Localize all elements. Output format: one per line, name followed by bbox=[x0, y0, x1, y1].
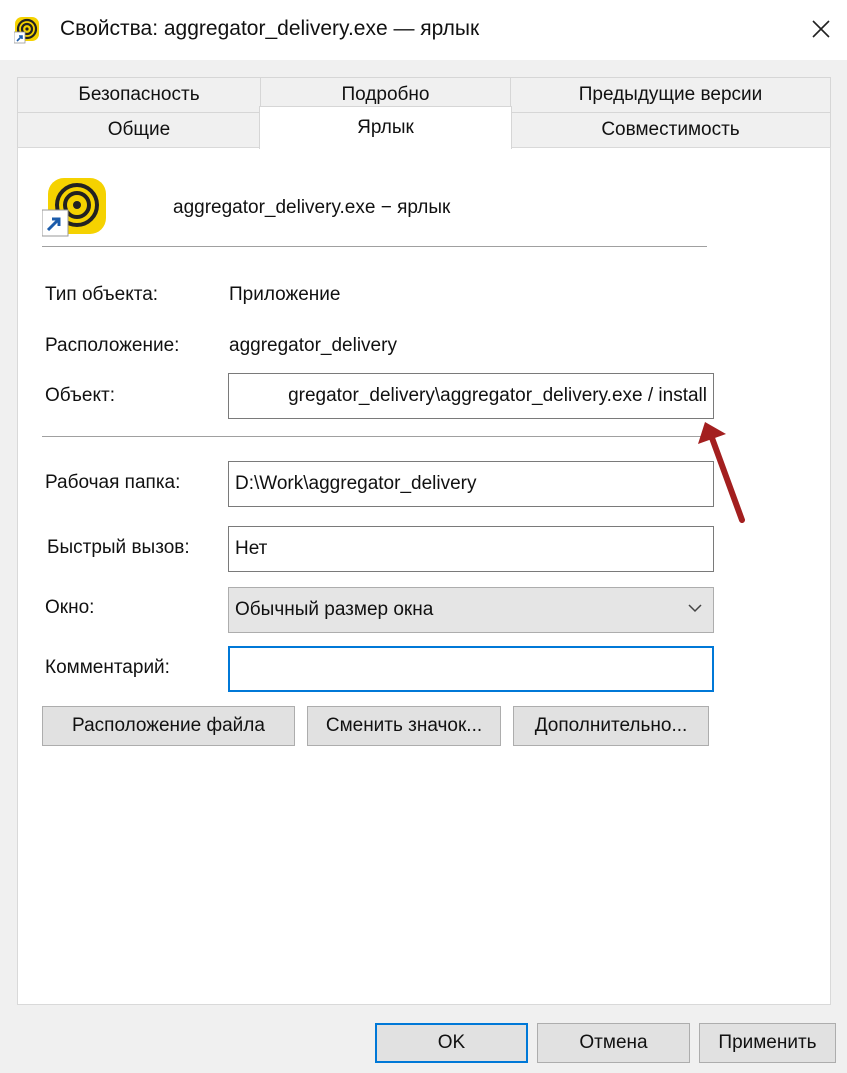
tab-shortcut[interactable]: Ярлык bbox=[259, 106, 512, 149]
workdir-label: Рабочая папка: bbox=[45, 472, 181, 493]
target-label: Объект: bbox=[45, 385, 115, 406]
location-value: aggregator_delivery bbox=[229, 335, 397, 356]
window-title: Свойства: aggregator_delivery.exe — ярлы… bbox=[60, 17, 480, 40]
target-input-text: gregator_delivery\aggregator_delivery.ex… bbox=[288, 385, 707, 406]
tab-label: Безопасность bbox=[78, 84, 200, 105]
hotkey-label: Быстрый вызов: bbox=[47, 537, 190, 558]
button-label: Дополнительно... bbox=[534, 715, 688, 736]
annotation-arrow-icon bbox=[698, 422, 745, 523]
tab-label: Предыдущие версии bbox=[578, 84, 763, 105]
button-label: OK bbox=[437, 1032, 466, 1053]
cancel-button[interactable]: Отмена bbox=[537, 1023, 690, 1063]
open-file-location-button[interactable]: Расположение файла bbox=[42, 706, 295, 746]
hotkey-input[interactable]: Нет bbox=[228, 526, 714, 572]
chevron-down-icon bbox=[688, 604, 702, 613]
advanced-button[interactable]: Дополнительно... bbox=[513, 706, 709, 746]
app-spiral-icon bbox=[41, 178, 106, 238]
location-label: Расположение: bbox=[45, 335, 180, 356]
tab-panel bbox=[17, 147, 831, 1005]
tab-label: Подробно bbox=[341, 84, 430, 105]
divider bbox=[42, 436, 714, 437]
tab-general[interactable]: Общие bbox=[17, 112, 261, 148]
tab-label: Ярлык bbox=[357, 117, 414, 138]
divider bbox=[42, 246, 707, 247]
window-mode-select[interactable]: Обычный размер окна bbox=[228, 587, 714, 633]
object-type-value: Приложение bbox=[229, 284, 341, 305]
tab-label: Совместимость bbox=[601, 119, 740, 140]
hotkey-input-text: Нет bbox=[235, 538, 268, 559]
app-spiral-icon bbox=[13, 16, 42, 44]
comment-input[interactable] bbox=[228, 646, 714, 692]
ok-button[interactable]: OK bbox=[375, 1023, 528, 1063]
shortcut-name: aggregator_delivery.exe − ярлык bbox=[173, 197, 451, 218]
button-label: Отмена bbox=[579, 1032, 648, 1053]
tab-previous-versions[interactable]: Предыдущие версии bbox=[510, 77, 831, 113]
object-type-label: Тип объекта: bbox=[45, 284, 159, 305]
tab-security[interactable]: Безопасность bbox=[17, 77, 261, 113]
window-mode-value: Обычный размер окна bbox=[235, 599, 434, 620]
close-button[interactable] bbox=[800, 8, 842, 50]
window-mode-label: Окно: bbox=[45, 597, 95, 618]
workdir-input[interactable]: D:\Work\aggregator_delivery bbox=[228, 461, 714, 507]
button-label: Применить bbox=[718, 1032, 817, 1053]
button-label: Сменить значок... bbox=[325, 715, 483, 736]
tab-compatibility[interactable]: Совместимость bbox=[510, 112, 831, 148]
workdir-input-text: D:\Work\aggregator_delivery bbox=[235, 473, 477, 494]
close-icon bbox=[812, 20, 830, 38]
tab-label: Общие bbox=[107, 119, 171, 140]
comment-label: Комментарий: bbox=[45, 657, 170, 678]
change-icon-button[interactable]: Сменить значок... bbox=[307, 706, 501, 746]
target-input[interactable]: gregator_delivery\aggregator_delivery.ex… bbox=[228, 373, 714, 419]
button-label: Расположение файла bbox=[72, 715, 265, 736]
apply-button[interactable]: Применить bbox=[699, 1023, 836, 1063]
